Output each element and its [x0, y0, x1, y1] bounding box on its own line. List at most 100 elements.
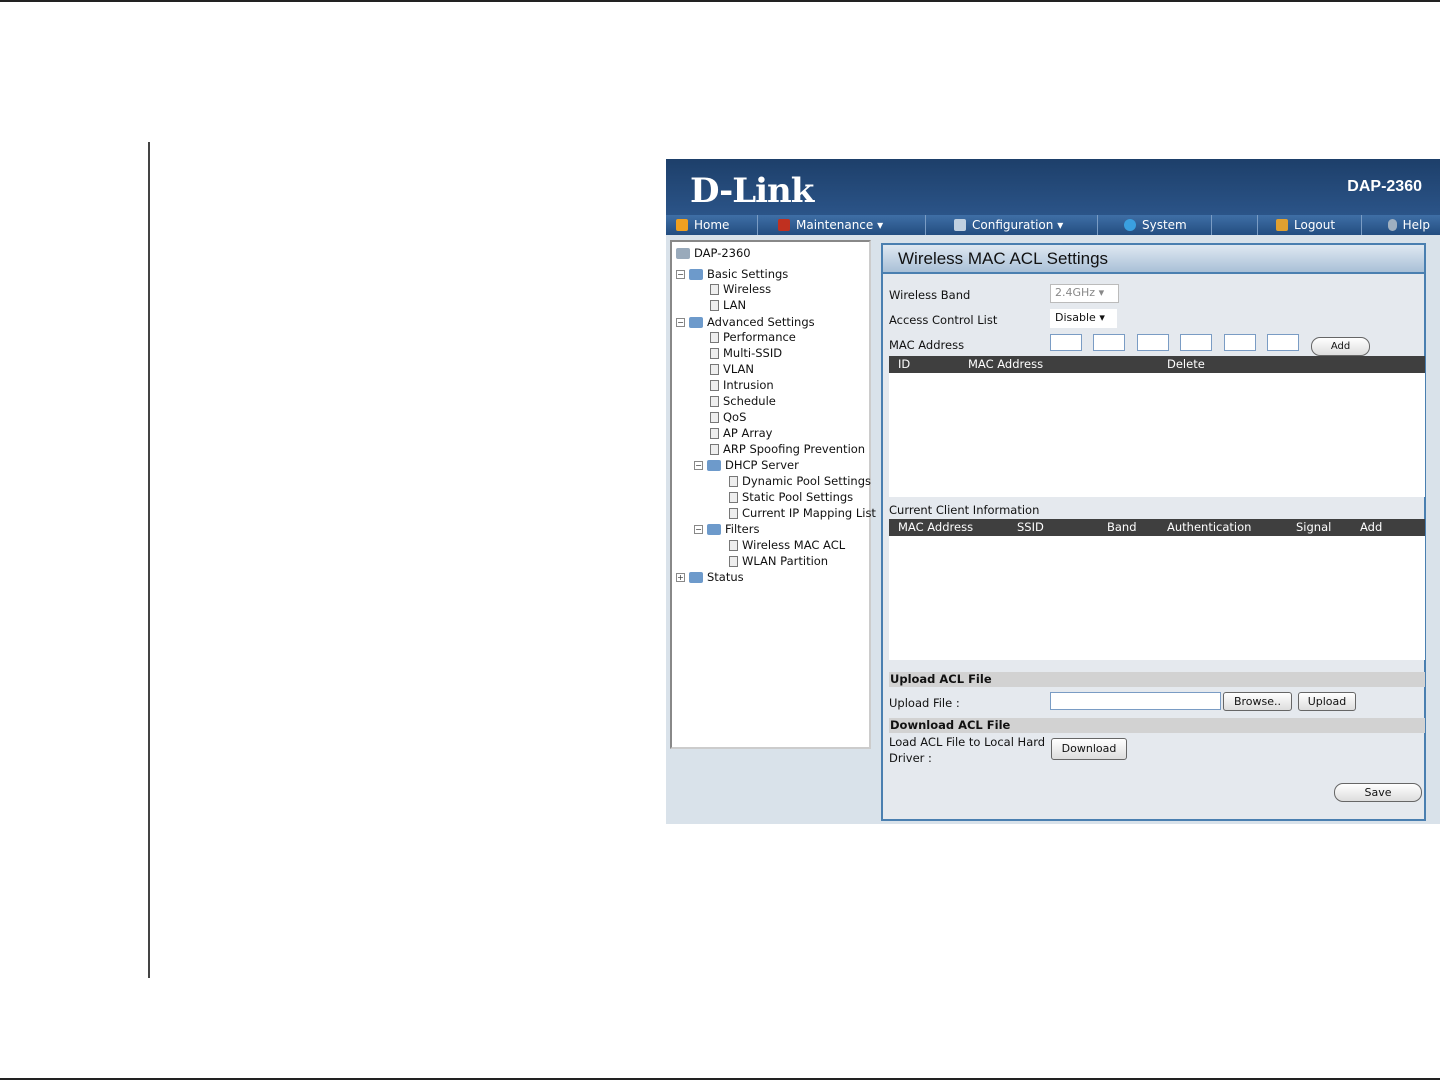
tree-dhcp-server[interactable]: − DHCP Server	[694, 458, 799, 472]
page-icon	[729, 491, 738, 503]
tree-arp-spoofing[interactable]: ARP Spoofing Prevention	[710, 442, 865, 456]
nav-maintenance[interactable]: Maintenance ▾	[758, 215, 926, 235]
collapse-icon: −	[694, 524, 703, 534]
tree-label: LAN	[723, 298, 747, 312]
page-icon	[710, 347, 719, 359]
tree-wlan-partition[interactable]: WLAN Partition	[729, 554, 828, 568]
tree-label: Static Pool Settings	[742, 490, 854, 504]
page-icon	[710, 283, 719, 295]
chevron-down-icon: ▾	[1099, 311, 1105, 324]
tree-label: Filters	[725, 522, 760, 536]
mac-octet-3[interactable]	[1137, 334, 1169, 351]
help-icon	[1388, 219, 1397, 231]
nav-help[interactable]: Help	[1362, 215, 1440, 235]
folder-icon	[689, 571, 703, 583]
nav-home[interactable]: Home	[666, 215, 758, 235]
nav-tree: DAP-2360 − Basic Settings Wireless LAN − A…	[670, 240, 876, 749]
page-icon	[729, 539, 738, 551]
tree-schedule[interactable]: Schedule	[710, 394, 776, 408]
header: D-Link DAP-2360	[666, 159, 1440, 215]
acl-label: Access Control List	[889, 313, 998, 327]
tree-ip-mapping[interactable]: Current IP Mapping List	[729, 506, 876, 520]
disk-icon	[954, 219, 966, 231]
download-label-line1: Load ACL File to Local Hard	[889, 735, 1046, 749]
collapse-icon: −	[694, 460, 703, 470]
nav-bar: Home Maintenance ▾ Configuration ▾ Syste…	[666, 215, 1440, 235]
tree-multi-ssid[interactable]: Multi-SSID	[710, 346, 782, 360]
tree-label: Basic Settings	[707, 267, 789, 281]
mac-label: MAC Address	[889, 338, 965, 352]
wireless-band-select[interactable]: 2.4GHz ▾	[1050, 284, 1119, 303]
tools-icon	[778, 219, 790, 231]
download-label-line2: Driver :	[889, 751, 932, 765]
page-bottom-rule	[0, 1078, 1440, 1080]
tree-lan[interactable]: LAN	[710, 298, 746, 312]
save-button[interactable]: Save	[1334, 783, 1422, 802]
nav-configuration[interactable]: Configuration ▾	[926, 215, 1098, 235]
nav-label: Maintenance ▾	[796, 218, 884, 232]
home-icon	[676, 219, 688, 231]
col-delete: Delete	[1167, 357, 1205, 371]
nav-label: Configuration ▾	[972, 218, 1064, 232]
acl-select[interactable]: Disable ▾	[1050, 309, 1117, 328]
tree-label: Performance	[723, 330, 796, 344]
upload-section-title: Upload ACL File	[889, 672, 1425, 687]
nav-logout[interactable]: Logout	[1258, 215, 1362, 235]
mac-octet-4[interactable]	[1180, 334, 1212, 351]
col-id: ID	[898, 357, 911, 371]
tree-advanced-settings[interactable]: − Advanced Settings	[676, 315, 815, 329]
mac-octet-1[interactable]	[1050, 334, 1082, 351]
tree-label: Dynamic Pool Settings	[742, 474, 871, 488]
tree-label: ARP Spoofing Prevention	[723, 442, 866, 456]
mac-octet-6[interactable]	[1267, 334, 1299, 351]
tree-status[interactable]: + Status	[676, 570, 744, 584]
tree-ap-array[interactable]: AP Array	[710, 426, 772, 440]
tree-root[interactable]: DAP-2360	[676, 246, 751, 260]
mac-octet-5[interactable]	[1224, 334, 1256, 351]
nav-label: Help	[1402, 218, 1430, 232]
model-name: DAP-2360	[1347, 178, 1422, 195]
mac-octet-2[interactable]	[1093, 334, 1125, 351]
tree-wireless-mac-acl[interactable]: Wireless MAC ACL	[729, 538, 845, 552]
page-top-rule	[0, 0, 1440, 2]
tree-performance[interactable]: Performance	[710, 330, 796, 344]
tree-wireless[interactable]: Wireless	[710, 282, 771, 296]
wireless-band-label: Wireless Band	[889, 288, 971, 302]
col-add: Add	[1360, 520, 1383, 534]
tree-label: Schedule	[723, 394, 776, 408]
tree-label: QoS	[723, 410, 747, 424]
tree-label: Current IP Mapping List	[742, 506, 876, 520]
upload-file-label: Upload File :	[889, 696, 960, 710]
browse-button[interactable]: Browse..	[1223, 692, 1292, 711]
nav-system[interactable]: System	[1098, 215, 1212, 235]
add-button[interactable]: Add	[1311, 337, 1370, 356]
tree-filters[interactable]: − Filters	[694, 522, 759, 536]
main-panel: Wireless MAC ACL Settings Wireless Band …	[881, 243, 1426, 821]
upload-button[interactable]: Upload	[1298, 692, 1356, 711]
tree-dynamic-pool[interactable]: Dynamic Pool Settings	[729, 474, 871, 488]
acl-table-body	[889, 373, 1425, 497]
tree-label: DAP-2360	[694, 246, 751, 260]
tree-label: Wireless	[723, 282, 772, 296]
download-button[interactable]: Download	[1051, 738, 1127, 760]
page-title: Wireless MAC ACL Settings	[883, 245, 1424, 274]
tree-label: AP Array	[723, 426, 773, 440]
nav-label: Home	[694, 218, 730, 232]
tree-vlan[interactable]: VLAN	[710, 362, 754, 376]
tree-static-pool[interactable]: Static Pool Settings	[729, 490, 853, 504]
collapse-icon: −	[676, 269, 685, 279]
margin-rule	[148, 142, 150, 978]
client-table-header: MAC Address SSID Band Authentication Sig…	[889, 519, 1425, 536]
collapse-icon: −	[676, 317, 685, 327]
globe-icon	[1124, 219, 1136, 231]
tree-intrusion[interactable]: Intrusion	[710, 378, 774, 392]
col-auth: Authentication	[1167, 520, 1252, 534]
client-table-body	[889, 536, 1425, 660]
tree-basic-settings[interactable]: − Basic Settings	[676, 267, 788, 281]
key-icon	[1276, 219, 1288, 231]
tree-label: Multi-SSID	[723, 346, 783, 360]
tree-qos[interactable]: QoS	[710, 410, 746, 424]
upload-file-input[interactable]	[1050, 692, 1221, 710]
router-web-ui: D-Link DAP-2360 Home Maintenance ▾ Confi…	[666, 159, 1440, 824]
col-signal: Signal	[1296, 520, 1332, 534]
